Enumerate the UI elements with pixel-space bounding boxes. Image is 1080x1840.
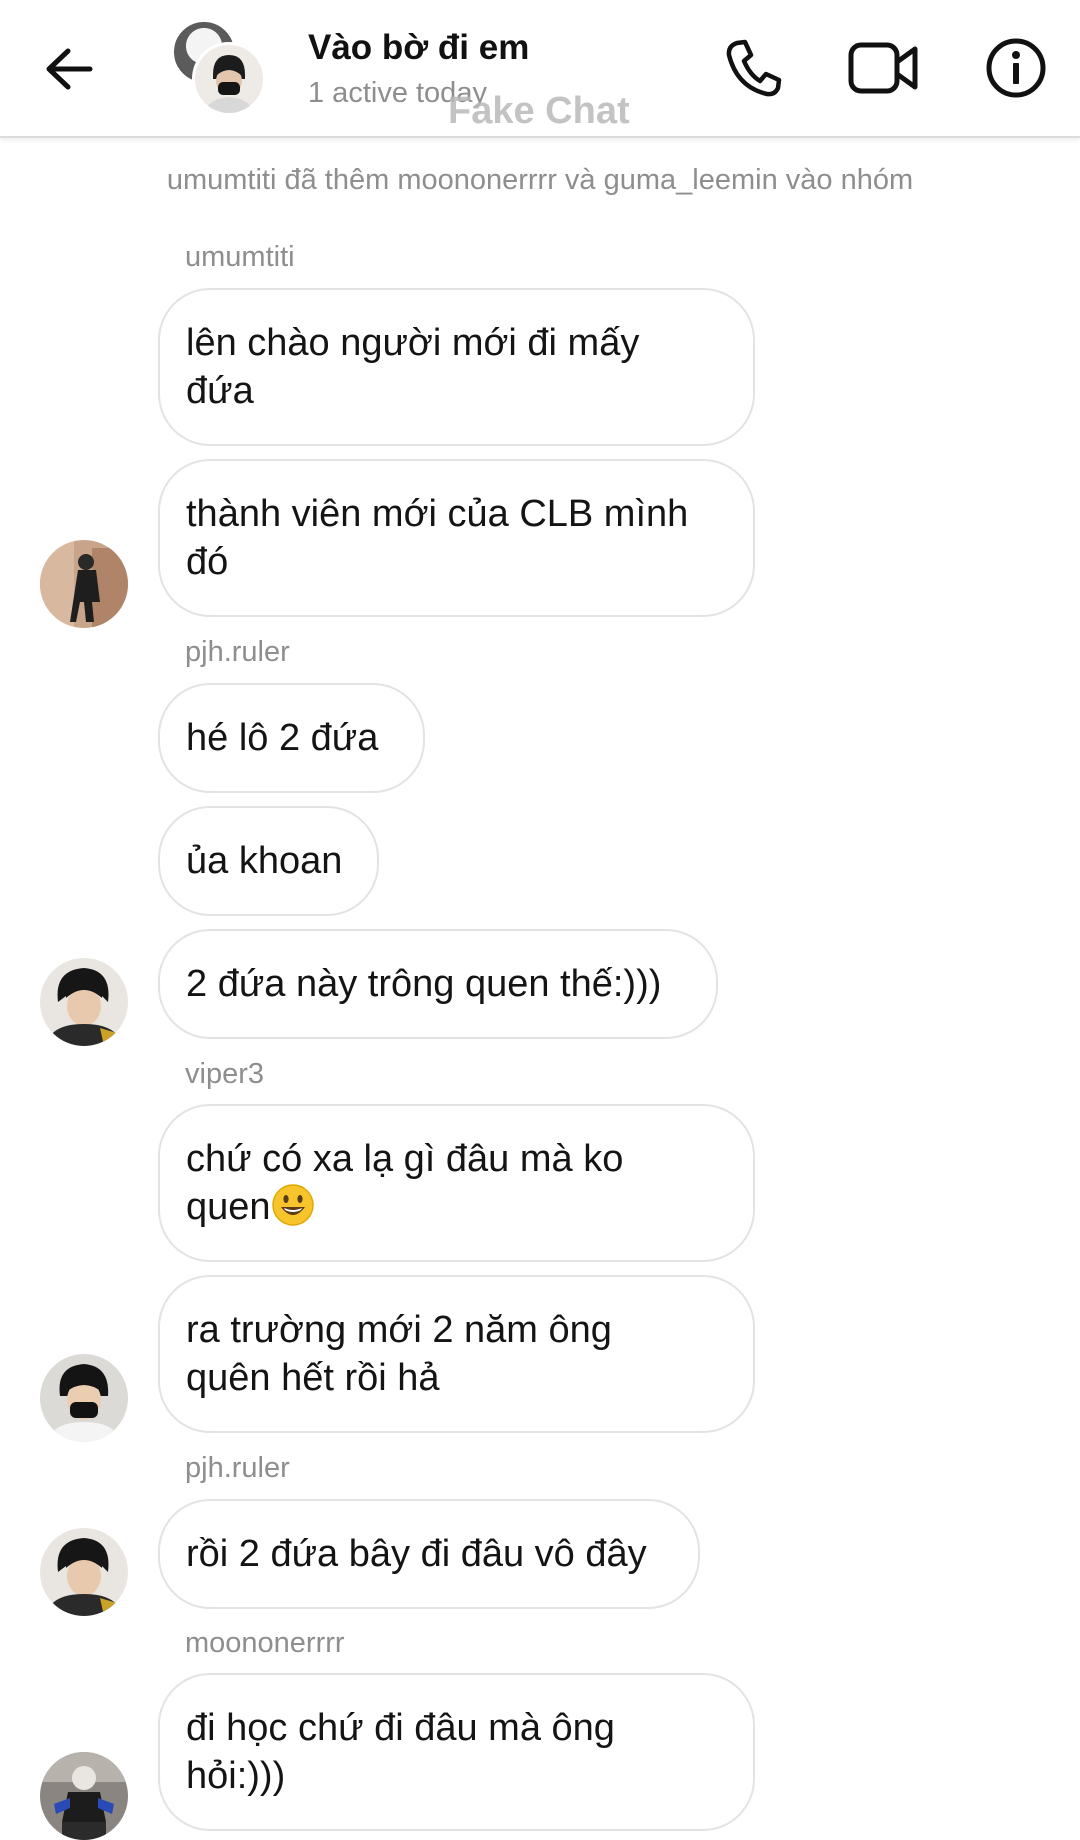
group-member-avatar	[192, 42, 266, 116]
message-text: ủa khoan	[186, 840, 343, 882]
sender-name: umumtiti	[185, 241, 295, 273]
chat-title[interactable]: Vào bờ đi em	[308, 28, 529, 68]
sender-name: viper3	[185, 1058, 264, 1090]
watermark: Fake Chat	[448, 90, 630, 132]
message-text: lên chào người mới đi mấy	[186, 322, 640, 364]
message-text: 2 đứa này trông quen thế:)))	[186, 963, 662, 1005]
message-bubble[interactable]: lên chào người mới đi mấy đứa	[158, 288, 755, 446]
video-camera-icon	[848, 42, 918, 94]
group-avatar[interactable]	[172, 20, 266, 116]
message-text: hỏi:)))	[186, 1755, 286, 1797]
sender-name: moononerrrr	[185, 1627, 345, 1659]
sender-avatar[interactable]	[40, 958, 128, 1046]
message-bubble[interactable]: 2 đứa này trông quen thế:)))	[158, 929, 718, 1039]
message-bubble[interactable]: đi học chứ đi đâu mà ông hỏi:)))	[158, 1673, 755, 1831]
video-call-button[interactable]	[846, 30, 922, 106]
phone-icon	[726, 39, 782, 97]
message-text: ra trường mới 2 năm ông	[186, 1309, 612, 1351]
message-text: quên hết rồi hả	[186, 1357, 440, 1399]
message-bubble[interactable]: thành viên mới của CLB mình đó	[158, 459, 755, 617]
sender-name: pjh.ruler	[185, 636, 290, 668]
message-text-with-emoji: quen	[186, 1183, 623, 1231]
system-message: umumtiti đã thêm moononerrrr và guma_lee…	[166, 164, 914, 196]
message-bubble[interactable]: ra trường mới 2 năm ông quên hết rồi hả	[158, 1275, 755, 1433]
message-text: đứa	[186, 370, 254, 412]
message-text: chứ có xa lạ gì đâu mà ko	[186, 1138, 624, 1180]
message-text: quen	[186, 1186, 271, 1228]
message-bubble[interactable]: chứ có xa lạ gì đâu mà ko quen	[158, 1104, 755, 1262]
message-bubble[interactable]: hé lô 2 đứa	[158, 683, 425, 793]
smiling-face-emoji	[271, 1184, 314, 1226]
message-text: hé lô 2 đứa	[186, 717, 379, 759]
sender-avatar[interactable]	[40, 1752, 128, 1840]
sender-avatar[interactable]	[40, 1528, 128, 1616]
info-button[interactable]	[978, 30, 1054, 106]
message-bubble[interactable]: rồi 2 đứa bây đi đâu vô đây	[158, 1499, 700, 1609]
back-button[interactable]	[36, 36, 102, 102]
back-arrow-icon	[46, 48, 93, 90]
sender-avatar[interactable]	[40, 1354, 128, 1442]
chat-header: Vào bờ đi em 1 active today Fake Chat	[0, 0, 1080, 138]
message-text: đó	[186, 541, 229, 583]
sender-name: pjh.ruler	[185, 1452, 290, 1484]
message-bubble[interactable]: ủa khoan	[158, 806, 379, 916]
message-text: rồi 2 đứa bây đi đâu vô đây	[186, 1533, 647, 1575]
message-text: thành viên mới của CLB mình	[186, 493, 689, 535]
info-icon	[986, 38, 1046, 98]
message-text: đi học chứ đi đâu mà ông	[186, 1707, 615, 1749]
sender-avatar[interactable]	[40, 540, 128, 628]
call-button[interactable]	[715, 30, 791, 106]
